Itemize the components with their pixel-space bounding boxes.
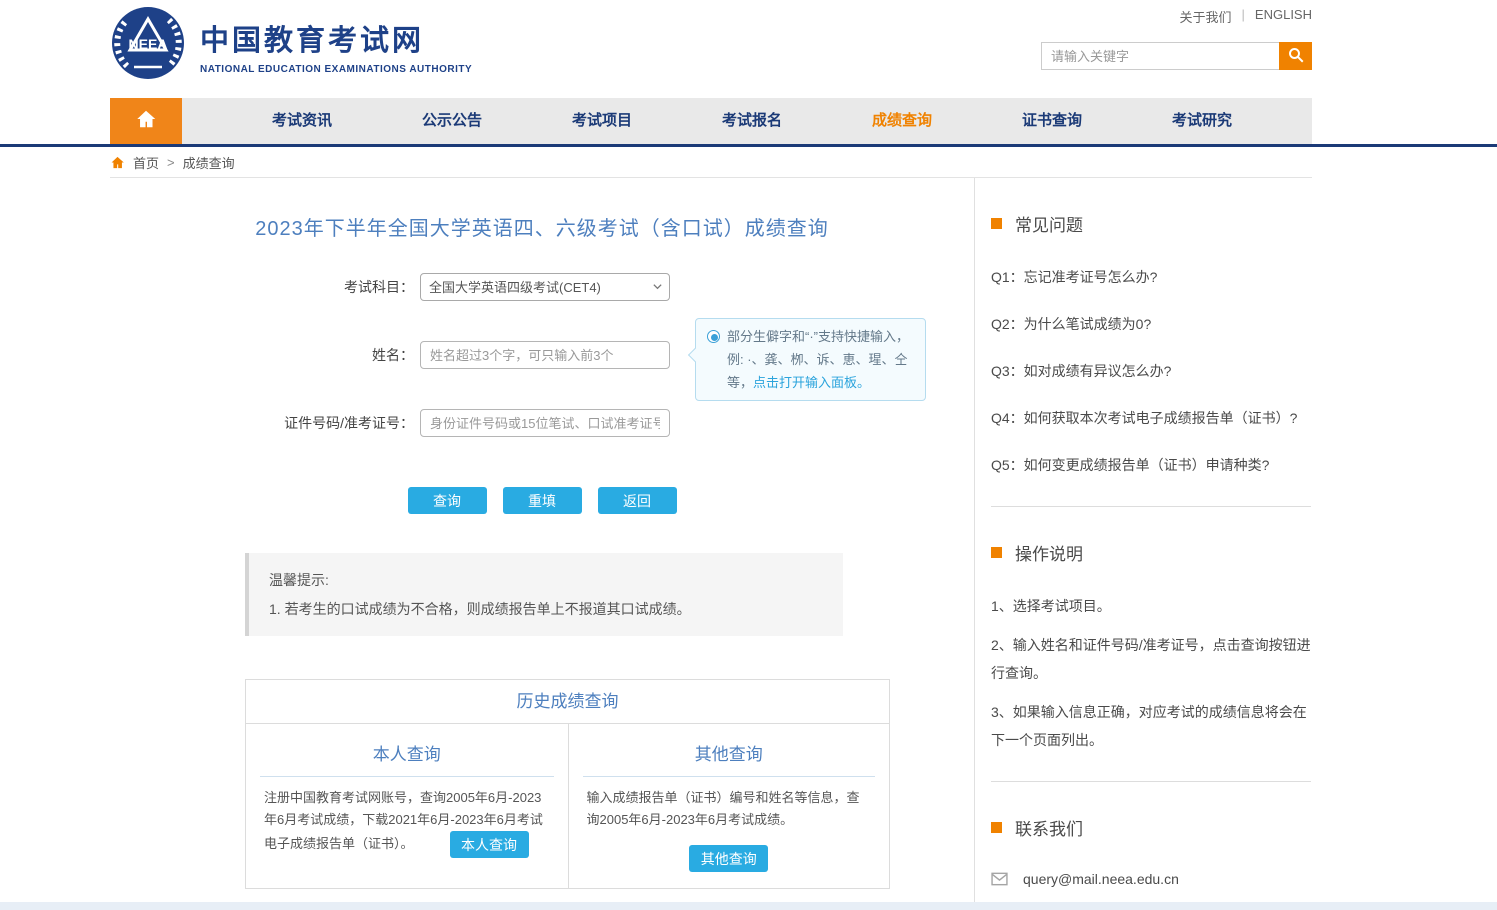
nav-item-announcements[interactable]: 公示公告: [377, 98, 527, 144]
search-button[interactable]: [1279, 42, 1312, 70]
history-title: 历史成绩查询: [246, 680, 889, 724]
faq-item-q1[interactable]: Q1：忘记准考证号怎么办?: [991, 263, 1311, 291]
contact-email: query@mail.neea.edu.cn: [1023, 871, 1179, 887]
site-subtitle: NATIONAL EDUCATION EXAMINATIONS AUTHORIT…: [200, 64, 472, 75]
name-label: 姓名：: [245, 345, 420, 365]
email-icon: [991, 872, 1008, 886]
name-hint-tooltip: 部分生僻字和“·”支持快捷输入，例: ·、龚、栁、诉、恵、瑆、仝等，点击打开输入…: [695, 318, 926, 401]
open-input-panel-link[interactable]: 点击打开输入面板。: [753, 375, 870, 390]
contact-title-text: 联系我们: [1015, 815, 1083, 840]
self-query-button[interactable]: 本人查询: [450, 831, 529, 858]
nav-item-score-query[interactable]: 成绩查询: [827, 98, 977, 144]
page: NEEA 中国教育考试网 NATIONAL EDUCATION EXAMINAT…: [0, 0, 1497, 910]
radio-icon: [707, 330, 720, 343]
notice-title: 温馨提示:: [269, 570, 823, 590]
nav-items: 考试资讯 公示公告 考试项目 考试报名 成绩查询 证书查询 考试研究: [227, 98, 1277, 144]
id-row: 证件号码/准考证号：: [245, 409, 974, 437]
faq-title-text: 常见问题: [1015, 211, 1083, 236]
instruction-step-1: 1、选择考试项目。: [991, 592, 1311, 620]
faq-section-title: 常见问题: [991, 211, 1312, 236]
instructions-title-text: 操作说明: [1015, 540, 1083, 565]
contact-section-title: 联系我们: [991, 815, 1312, 840]
sidebar-divider: [991, 506, 1311, 507]
subject-select-wrap: 全国大学英语四级考试(CET4): [420, 273, 670, 301]
nav-item-exam-research[interactable]: 考试研究: [1127, 98, 1277, 144]
id-label: 证件号码/准考证号：: [245, 413, 420, 433]
instruction-step-3: 3、如果输入信息正确，对应考试的成绩信息将会在下一个页面列出。: [991, 698, 1311, 754]
logo-text: 中国教育考试网 NATIONAL EDUCATION EXAMINATIONS …: [200, 17, 472, 75]
tooltip-arrow: [688, 348, 702, 362]
back-button[interactable]: 返回: [598, 487, 677, 514]
breadcrumb-home[interactable]: 首页: [133, 153, 159, 172]
site-logo[interactable]: NEEA 中国教育考试网 NATIONAL EDUCATION EXAMINAT…: [110, 5, 472, 86]
english-link[interactable]: ENGLISH: [1255, 7, 1312, 26]
faq-item-q3[interactable]: Q3：如对成绩有异议怎么办?: [991, 357, 1311, 385]
search-bar: [1041, 42, 1312, 70]
about-us-link[interactable]: 关于我们: [1180, 7, 1232, 26]
history-panel: 历史成绩查询 本人查询 注册中国教育考试网账号，查询2005年6月-2023年6…: [245, 679, 890, 889]
sidebar: 常见问题 Q1：忘记准考证号怎么办? Q2：为什么笔试成绩为0? Q3：如对成绩…: [975, 178, 1312, 910]
self-query-underline: [260, 776, 554, 777]
faq-item-q5[interactable]: Q5：如何变更成绩报告单（证书）申请种类?: [991, 451, 1311, 479]
other-query-button-row: 其他查询: [569, 845, 890, 872]
main: 2023年下半年全国大学英语四、六级考试（含口试）成绩查询 考试科目： 全国大学…: [110, 178, 1312, 910]
contact-email-row: query@mail.neea.edu.cn: [991, 867, 1312, 891]
other-query-desc: 输入成绩报告单（证书）编号和姓名等信息，查询2005年6月-2023年6月考试成…: [587, 790, 860, 827]
svg-text:NEEA: NEEA: [129, 36, 168, 52]
navbar-wrap: 考试资讯 公示公告 考试项目 考试报名 成绩查询 证书查询 考试研究: [0, 98, 1497, 147]
reset-button[interactable]: 重填: [503, 487, 582, 514]
breadcrumb-separator: >: [167, 155, 175, 170]
faq-item-q4[interactable]: Q4：如何获取本次考试电子成绩报告单（证书）?: [991, 404, 1311, 432]
score-query-form: 考试科目： 全国大学英语四级考试(CET4) 姓名：: [245, 273, 974, 437]
neea-emblem-icon: NEEA: [110, 5, 186, 86]
other-query-button[interactable]: 其他查询: [689, 845, 768, 872]
form-buttons: 查询 重填 返回: [110, 487, 974, 514]
instructions-section-title: 操作说明: [991, 540, 1312, 565]
link-separator: |: [1242, 7, 1245, 26]
breadcrumb-current: 成绩查询: [183, 153, 235, 172]
nav-item-exam-news[interactable]: 考试资讯: [227, 98, 377, 144]
sidebar-divider: [991, 781, 1311, 782]
id-input[interactable]: [420, 409, 670, 437]
notice-line: 1. 若考生的口试成绩为不合格，则成绩报告单上不报道其口试成绩。: [269, 599, 823, 619]
home-icon: [135, 108, 157, 135]
other-query-column: 其他查询 输入成绩报告单（证书）编号和姓名等信息，查询2005年6月-2023年…: [568, 724, 890, 888]
orange-square-bullet-icon: [991, 547, 1002, 558]
subject-select[interactable]: 全国大学英语四级考试(CET4): [420, 273, 670, 301]
nav-item-exam-programs[interactable]: 考试项目: [527, 98, 677, 144]
self-query-column: 本人查询 注册中国教育考试网账号，查询2005年6月-2023年6月考试成绩，下…: [246, 724, 568, 888]
subject-row: 考试科目： 全国大学英语四级考试(CET4): [245, 273, 974, 301]
nav-item-certificate-query[interactable]: 证书查询: [977, 98, 1127, 144]
name-input[interactable]: [420, 341, 670, 369]
name-row: 姓名： 部分生僻字和“·”支持快捷输入，例: ·、龚、栁、诉、恵、瑆、仝等，点击…: [245, 341, 974, 369]
navbar: 考试资讯 公示公告 考试项目 考试报名 成绩查询 证书查询 考试研究: [110, 98, 1312, 144]
nav-item-exam-registration[interactable]: 考试报名: [677, 98, 827, 144]
instruction-step-2: 2、输入姓名和证件号码/准考证号，点击查询按钮进行查询。: [991, 631, 1311, 687]
subject-label: 考试科目：: [245, 277, 420, 297]
faq-item-q2[interactable]: Q2：为什么笔试成绩为0?: [991, 310, 1311, 338]
page-title: 2023年下半年全国大学英语四、六级考试（含口试）成绩查询: [110, 212, 974, 241]
search-icon: [1287, 46, 1305, 67]
search-input[interactable]: [1041, 42, 1279, 70]
history-columns: 本人查询 注册中国教育考试网账号，查询2005年6月-2023年6月考试成绩，下…: [246, 724, 889, 888]
breadcrumb-home-icon: [110, 155, 125, 170]
self-query-desc-wrap: 注册中国教育考试网账号，查询2005年6月-2023年6月考试成绩，下载2021…: [264, 787, 550, 858]
site-title: 中国教育考试网: [200, 17, 472, 59]
footer-strip: [0, 902, 1497, 910]
orange-square-bullet-icon: [991, 822, 1002, 833]
header: NEEA 中国教育考试网 NATIONAL EDUCATION EXAMINAT…: [110, 0, 1312, 98]
orange-square-bullet-icon: [991, 218, 1002, 229]
self-query-title: 本人查询: [246, 740, 568, 765]
breadcrumb: 首页 > 成绩查询: [110, 147, 1312, 178]
query-button[interactable]: 查询: [408, 487, 487, 514]
main-content: 2023年下半年全国大学英语四、六级考试（含口试）成绩查询 考试科目： 全国大学…: [110, 178, 975, 910]
tooltip-text-wrap: 部分生僻字和“·”支持快捷输入，例: ·、龚、栁、诉、恵、瑆、仝等，点击打开输入…: [727, 325, 914, 394]
other-query-underline: [583, 776, 876, 777]
notice-box: 温馨提示: 1. 若考生的口试成绩为不合格，则成绩报告单上不报道其口试成绩。: [245, 553, 843, 636]
home-button[interactable]: [110, 98, 182, 144]
other-query-desc-wrap: 输入成绩报告单（证书）编号和姓名等信息，查询2005年6月-2023年6月考试成…: [587, 787, 872, 831]
other-query-title: 其他查询: [569, 740, 890, 765]
header-right: 关于我们 | ENGLISH: [1041, 5, 1312, 70]
top-links: 关于我们 | ENGLISH: [1180, 7, 1312, 26]
